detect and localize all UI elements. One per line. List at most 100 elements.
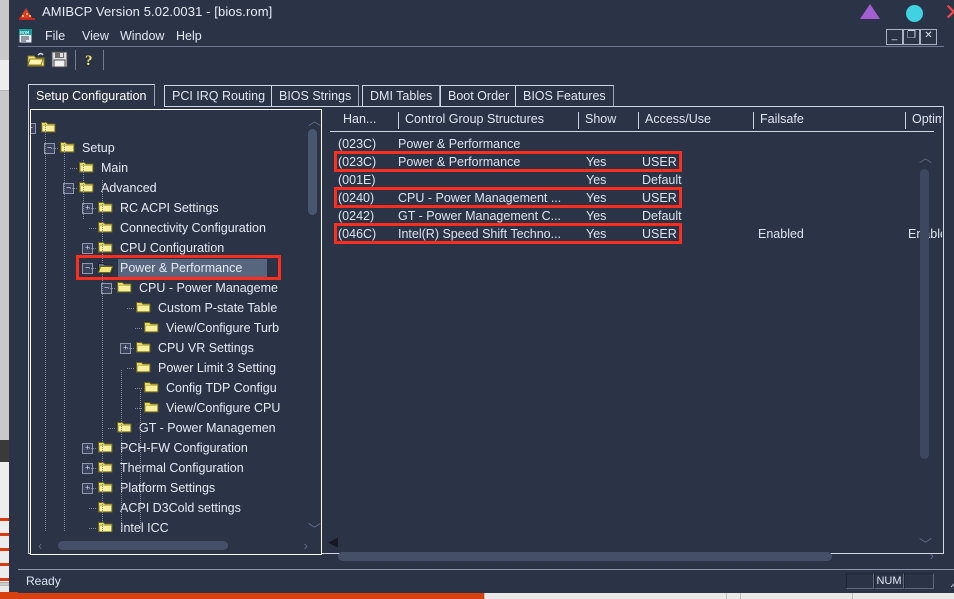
tree-connector [89,528,97,529]
grid-column-divider[interactable] [578,112,579,129]
grid-column-divider[interactable] [638,112,639,129]
grid-cell-handle: (0242) [338,209,375,223]
mdi-restore-button[interactable]: ❐ [903,29,920,45]
tree-connector [108,288,116,289]
grid-scroll-left-icon[interactable]: ◀ [328,535,338,548]
status-indicator [904,573,934,589]
cyan-circle-icon[interactable] [906,5,923,22]
purple-triangle-icon[interactable] [860,4,880,19]
tree-connector [135,328,143,329]
tree-guide-line [140,390,141,530]
amibcp-window: AMIBCP Version 5.02.0031 - [bios.rom] ✕ … [9,0,954,593]
folder-closed-icon [98,442,113,453]
grid-column-header[interactable]: Optimal [905,109,942,131]
client-vertical-thumb[interactable] [920,169,929,459]
grid-column-header[interactable]: Show [578,109,638,131]
grid-column-divider[interactable] [398,112,399,129]
grid-column-divider[interactable] [905,112,906,129]
tab-boot-order[interactable]: Boot Order [440,85,518,107]
tab-bios-features[interactable]: BIOS Features [515,85,614,107]
menu-window[interactable]: Window [120,29,164,43]
open-folder-icon[interactable] [27,51,45,68]
grid-cell-handle: (023C) [338,155,377,169]
tree-item-label: CPU VR Settings [158,341,254,355]
tree-item-label: CPU Configuration [120,241,225,255]
grid-cell-handle: (023C) [338,137,377,151]
grid-cell-show: Yes [586,209,607,223]
grid-column-divider[interactable] [753,112,754,129]
setup-tree-panel[interactable]: −−SetupMain−Advanced+RC ACPI SettingsCon… [30,109,322,555]
tree-vertical-thumb[interactable] [308,129,317,215]
client-vertical-scrollbar[interactable]: ︿ ﹀ [917,151,932,553]
tree-item-label: Power & Performance [120,261,243,275]
folder-closed-icon [98,242,113,253]
folder-closed-icon [98,202,113,213]
grid-horizontal-scrollbar[interactable]: ◀ › [328,535,934,563]
setup-tree[interactable]: −−SetupMain−Advanced+RC ACPI SettingsCon… [31,112,306,532]
toolbar-separator [75,50,76,70]
client-scroll-down-icon[interactable]: ﹀ [919,538,932,551]
tab-pci-irq-routing[interactable]: PCI IRQ Routing [164,85,274,107]
grid-cell-handle: (046C) [338,227,377,241]
tab-setup-configuration[interactable]: Setup Configuration [28,84,155,108]
grid-cell-access: USER [642,227,677,241]
svg-text:?: ? [85,53,93,68]
folder-closed-icon [79,182,94,193]
tree-connector [89,468,97,469]
tree-item-label: Config TDP Configu [166,381,277,395]
tree-connector [89,488,97,489]
tree-connector [108,428,116,429]
scroll-down-icon[interactable]: ﹀ [308,523,321,536]
tree-item-label: ACPI D3Cold settings [120,501,241,515]
menu-help[interactable]: Help [176,29,202,43]
menu-bar: ROM File View Window Help _ ❐ ✕ [9,27,954,47]
grid-column-header[interactable]: Failsafe [753,109,905,131]
grid-column-header[interactable]: Han... [336,109,398,131]
menu-file[interactable]: File [45,29,65,43]
window-title: AMIBCP Version 5.02.0031 - [bios.rom] [42,4,273,19]
tree-item-label: Custom P-state Table [158,301,278,315]
tree-connector [127,368,135,369]
grid-horizontal-thumb[interactable] [338,552,832,561]
tab-dmi-tables[interactable]: DMI Tables [362,85,441,107]
tree-item-label: Setup [82,141,115,155]
status-bar: Ready NUM [18,569,954,593]
tree-vertical-scrollbar[interactable]: ︿ ﹀ [305,111,321,538]
control-group-grid[interactable]: Han... Control Group Structures Show Access… [330,109,942,555]
tree-horizontal-scrollbar[interactable]: ‹ › [32,538,320,553]
mdi-client-area: Setup Configuration PCI IRQ Routing BIOS… [18,73,944,568]
grid-cell-access: USER [642,155,677,169]
tree-connector [135,408,143,409]
grid-cell-name: GT - Power Management C... [398,209,562,223]
tree-horizontal-thumb[interactable] [58,541,228,550]
save-disk-icon[interactable] [51,51,69,68]
scroll-left-icon[interactable]: ‹ [38,539,42,552]
grid-header-rule [330,131,934,132]
tree-connector [89,248,97,249]
grid-cell-show: Yes [586,173,607,187]
grid-column-header[interactable]: Access/Use [638,109,753,131]
grid-header-row: Han... Control Group Structures Show Access… [330,109,942,131]
grid-cell-handle: (001E) [338,173,376,187]
tab-bios-strings[interactable]: BIOS Strings [271,85,360,107]
collapse-minus-icon[interactable]: − [31,123,36,134]
grid-cell-access: Default [642,209,682,223]
client-scroll-up-icon[interactable]: ︿ [919,151,932,164]
tree-connector [135,388,143,389]
grid-cell-handle: (0240) [338,191,375,205]
grid-cell-show: Yes [586,155,607,169]
menu-view[interactable]: View [82,29,109,43]
folder-closed-icon [136,302,151,313]
close-icon[interactable]: ✕ [944,1,954,24]
mdi-minimize-button[interactable]: _ [886,29,903,45]
grid-cell-access: Default [642,173,682,187]
help-question-icon[interactable]: ? [81,51,99,68]
resize-grip-icon[interactable] [947,576,954,588]
folder-closed-icon [60,142,75,153]
folder-closed-icon [98,522,113,532]
mdi-close-button[interactable]: ✕ [920,29,937,45]
grid-column-header[interactable]: Control Group Structures [398,109,578,131]
scroll-up-icon[interactable]: ︿ [308,114,321,127]
folder-closed-icon [144,402,159,413]
scroll-right-icon[interactable]: › [304,539,308,552]
